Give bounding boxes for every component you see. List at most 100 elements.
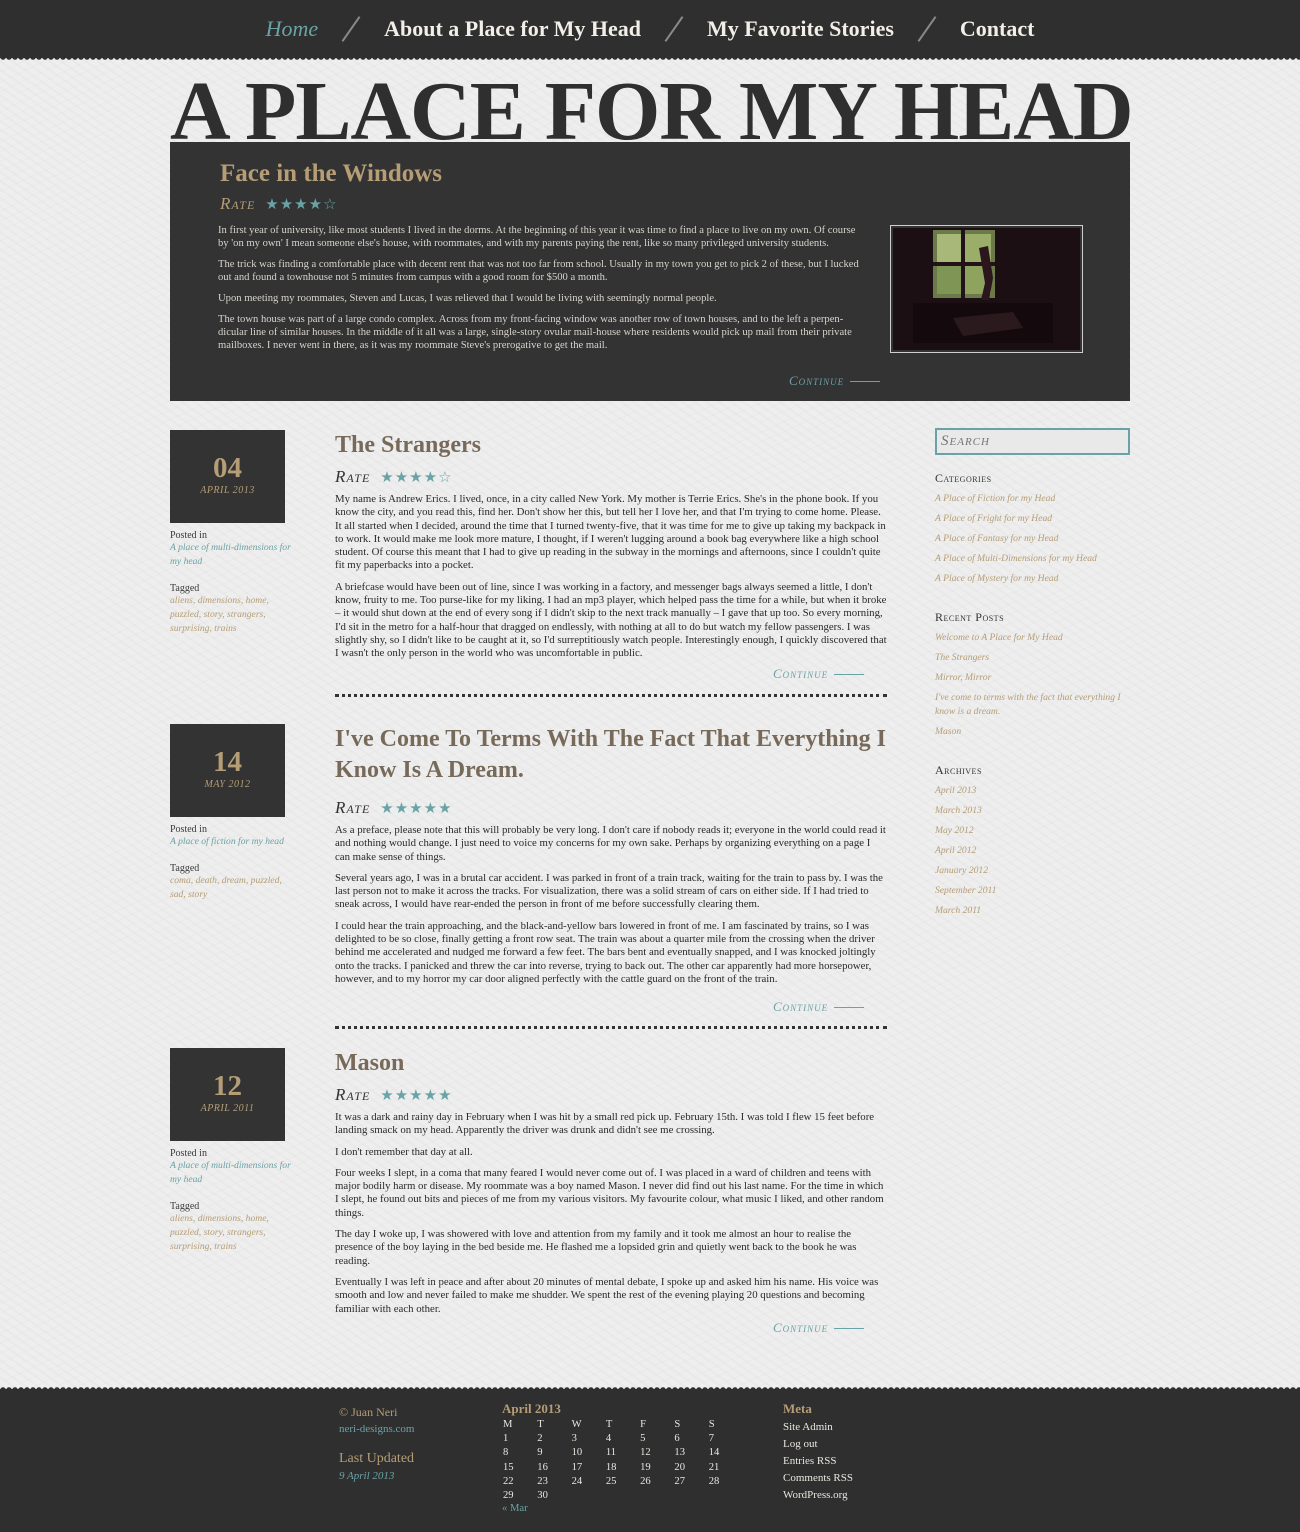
tagged-label: Tagged [170,1201,200,1212]
recent-post-link[interactable]: I've come to terms with the fact that ev… [935,691,1130,719]
continue-link[interactable]: Continue [773,999,865,1015]
featured-title[interactable]: Face in the Windows [220,160,442,188]
paragraph: A briefcase would have been out of line,… [335,580,887,660]
continue-link[interactable]: Continue [789,373,881,389]
featured-post: Face in the Windows Rate ★★★★☆ In first … [170,142,1130,401]
star-rating[interactable]: ★★★★★ [380,799,452,817]
continue-link[interactable]: Continue [773,1320,865,1336]
meta-link-entries-rss[interactable]: Entries RSS [783,1453,853,1470]
search-input[interactable] [935,428,1130,455]
recent-post-link[interactable]: Welcome to A Place for My Head [935,631,1130,645]
weekday-header: S [674,1418,681,1430]
calendar-caption: April 2013 [502,1401,561,1416]
meta-link-wordpress[interactable]: WordPress.org [783,1487,853,1504]
recent-posts-heading: Recent Posts [935,610,1005,624]
nav-contact[interactable]: Contact [958,16,1037,42]
post-rating: Rate ★★★★★ [335,798,887,818]
calendar-week-row: 8 9 10 11 12 13 14 [502,1446,742,1460]
calendar-day: 7 [708,1432,714,1444]
post-tags[interactable]: coma, death, dream, puzzled, sad, story [170,874,295,902]
category-link[interactable]: A Place of Fiction for my Head [935,492,1130,506]
calendar-prev-month-link[interactable]: « Mar [502,1503,742,1514]
calendar-day: 14 [708,1447,720,1459]
category-link[interactable]: A Place of Multi-Dimensions for my Head [935,552,1130,566]
calendar-day: 23 [537,1475,548,1487]
posted-in-label: Posted in [170,824,207,835]
featured-excerpt: In first year of university, like most s… [218,224,860,360]
post-category-link[interactable]: A place of fiction for my head [170,835,295,849]
post-rating: Rate ★★★★★ [335,1085,887,1105]
post-title[interactable]: Mason [335,1048,887,1079]
nav-home[interactable]: Home [264,16,321,42]
calendar-day: 3 [571,1432,577,1444]
archive-link[interactable]: May 2012 [935,824,1130,838]
star-rating[interactable]: ★★★★☆ [380,468,452,486]
archive-link[interactable]: March 2013 [935,804,1130,818]
paragraph: Upon meeting my roommates, Steven and Lu… [218,293,717,304]
calendar-day: 22 [503,1475,514,1487]
meta-link-site-admin[interactable]: Site Admin [783,1419,853,1436]
post-day: 04 [213,452,242,484]
post-tags[interactable]: aliens, dimensions, home, puzzled, story… [170,1212,295,1254]
category-link[interactable]: A Place of Mystery for my Head [935,572,1130,586]
nav-separator [917,16,937,42]
calendar-day: 18 [605,1461,617,1473]
category-link[interactable]: A Place of Fright for my Head [935,512,1130,526]
archive-link[interactable]: September 2011 [935,884,1130,898]
post-entry: 12 APRIL 2011 Posted in A place of multi… [170,1048,890,1348]
nav-links: Home About a Place for My Head My Favori… [0,0,1300,58]
site-link[interactable]: neri-designs.com [339,1423,414,1435]
sidebar: Categories A Place of Fiction for my Hea… [935,428,1130,942]
footer: © Juan Neri neri-designs.com Last Update… [0,1384,1300,1532]
continue-rule [850,380,881,382]
paragraph: My name is Andrew Erics. I lived, once, … [335,493,886,572]
categories-list: A Place of Fiction for my Head A Place o… [935,492,1130,586]
meta-link-log-out[interactable]: Log out [783,1436,853,1453]
nav-favorite-stories[interactable]: My Favorite Stories [705,16,896,42]
date-badge: 14 MAY 2012 [170,724,285,817]
post-category-link[interactable]: A place of multi-dimensions for my head [170,541,295,569]
date-badge: 12 APRIL 2011 [170,1048,285,1141]
calendar-day: 8 [503,1447,509,1459]
star-rating[interactable]: ★★★★★ [380,1086,452,1104]
calendar-day [708,1488,742,1502]
paragraph: I don't remember that day at all. [335,1145,473,1158]
post-meta: Posted in A place of multi-dimensions fo… [170,530,295,636]
calendar: April 2013 M T W T F S S 1 2 3 4 5 6 7 8 [502,1401,742,1514]
continue-link[interactable]: Continue [773,666,865,682]
archive-link[interactable]: April 2012 [935,844,1130,858]
recent-post-link[interactable]: The Strangers [935,651,1130,665]
category-link[interactable]: A Place of Fantasy for my Head [935,532,1130,546]
calendar-day: 12 [640,1447,651,1459]
archive-link[interactable]: March 2011 [935,904,1130,918]
calendar-day: 25 [605,1475,617,1487]
post-category-link[interactable]: A place of multi-dimensions for my head [170,1159,295,1187]
post-title[interactable]: The Strangers [335,430,887,461]
featured-image[interactable] [890,225,1083,353]
recent-post-link[interactable]: Mason [935,725,1130,739]
calendar-day: 17 [571,1461,583,1473]
post-excerpt: It was a dark and rainy day in February … [335,1111,887,1316]
nav-about[interactable]: About a Place for My Head [382,16,643,42]
meta-link-comments-rss[interactable]: Comments RSS [783,1470,853,1487]
star-rating[interactable]: ★★★★☆ [265,195,337,213]
post-tags[interactable]: aliens, dimensions, home, puzzled, story… [170,594,295,636]
post-entry: 14 MAY 2012 Posted in A place of fiction… [170,724,890,1014]
calendar-header-row: M T W T F S S [502,1417,742,1431]
paragraph: I could hear the train approaching, and … [335,919,876,985]
calendar-day: 20 [674,1461,685,1473]
post-content: I've Come To Terms With The Fact That Ev… [335,724,887,1014]
post-title[interactable]: I've Come To Terms With The Fact That Ev… [335,724,887,786]
archive-link[interactable]: January 2012 [935,864,1130,878]
archive-link[interactable]: April 2013 [935,784,1130,798]
calendar-day: 5 [640,1432,646,1444]
weekday-header: W [571,1418,582,1430]
last-updated-label: Last Updated [339,1451,415,1466]
paragraph: In first year of university, like most s… [218,225,856,249]
post-rating: Rate ★★★★☆ [335,467,887,487]
paragraph: Eventually I was left in peace and after… [335,1275,879,1315]
archives-heading: Archives [935,763,982,777]
recent-post-link[interactable]: Mirror, Mirror [935,671,1130,685]
calendar-day [571,1488,605,1502]
paragraph: Several years ago, I was in a brutal car… [335,871,883,911]
